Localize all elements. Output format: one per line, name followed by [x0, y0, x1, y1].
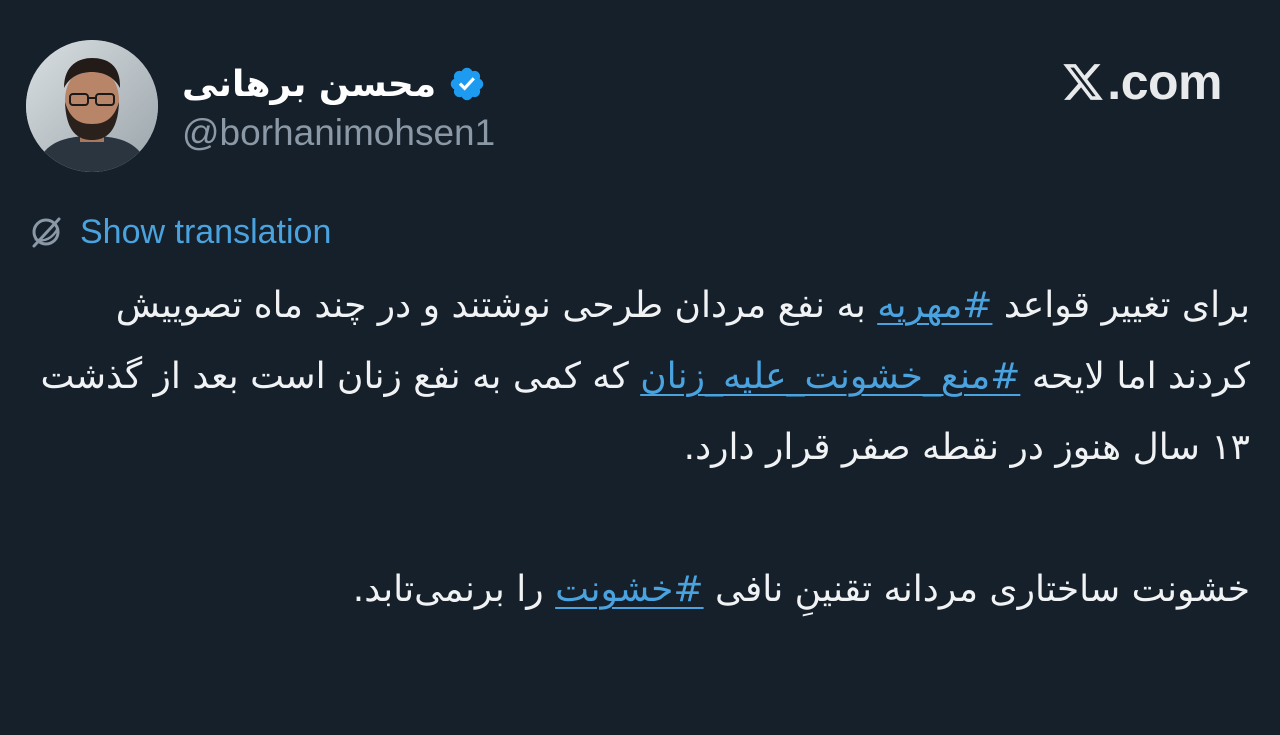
hashtag-link-violence[interactable]: #خشونت [555, 569, 704, 610]
globe-icon [26, 212, 66, 252]
tweet-text: خشونت ساختاری مردانه تقنینِ نافی [703, 569, 1250, 610]
show-translation-button[interactable]: Show translation [26, 212, 331, 252]
brand-domain: .com [1107, 54, 1222, 110]
show-translation-label[interactable]: Show translation [80, 213, 331, 252]
tweet-card: محسن برهانی @borhanimohsen1 .com Show tr… [0, 0, 1280, 735]
avatar-photo [26, 40, 158, 172]
author-name-row[interactable]: محسن برهانی [182, 58, 486, 110]
avatar[interactable] [26, 40, 158, 172]
author-handle[interactable]: @borhanimohsen1 [182, 112, 495, 154]
tweet-paragraph-2: خشونت ساختاری مردانه تقنینِ نافی #خشونت … [40, 554, 1250, 625]
hashtag-link-mahrieh[interactable]: #مهریه [877, 285, 992, 326]
tweet-body: برای تغییر قواعد #مهریه به نفع مردان طرح… [40, 270, 1250, 625]
tweet-text: برای تغییر قواعد [992, 285, 1250, 326]
verified-badge-icon [448, 65, 486, 103]
author-display-name[interactable]: محسن برهانی [182, 64, 436, 105]
tweet-text: را برنمی‌تابد. [352, 569, 556, 610]
brand-logo: .com [1061, 52, 1222, 112]
tweet-paragraph-1: برای تغییر قواعد #مهریه به نفع مردان طرح… [40, 270, 1250, 483]
hashtag-link-violence-against-women[interactable]: #منع_خشونت_علیه_زنان [640, 356, 1020, 397]
x-logo-icon [1061, 60, 1105, 104]
